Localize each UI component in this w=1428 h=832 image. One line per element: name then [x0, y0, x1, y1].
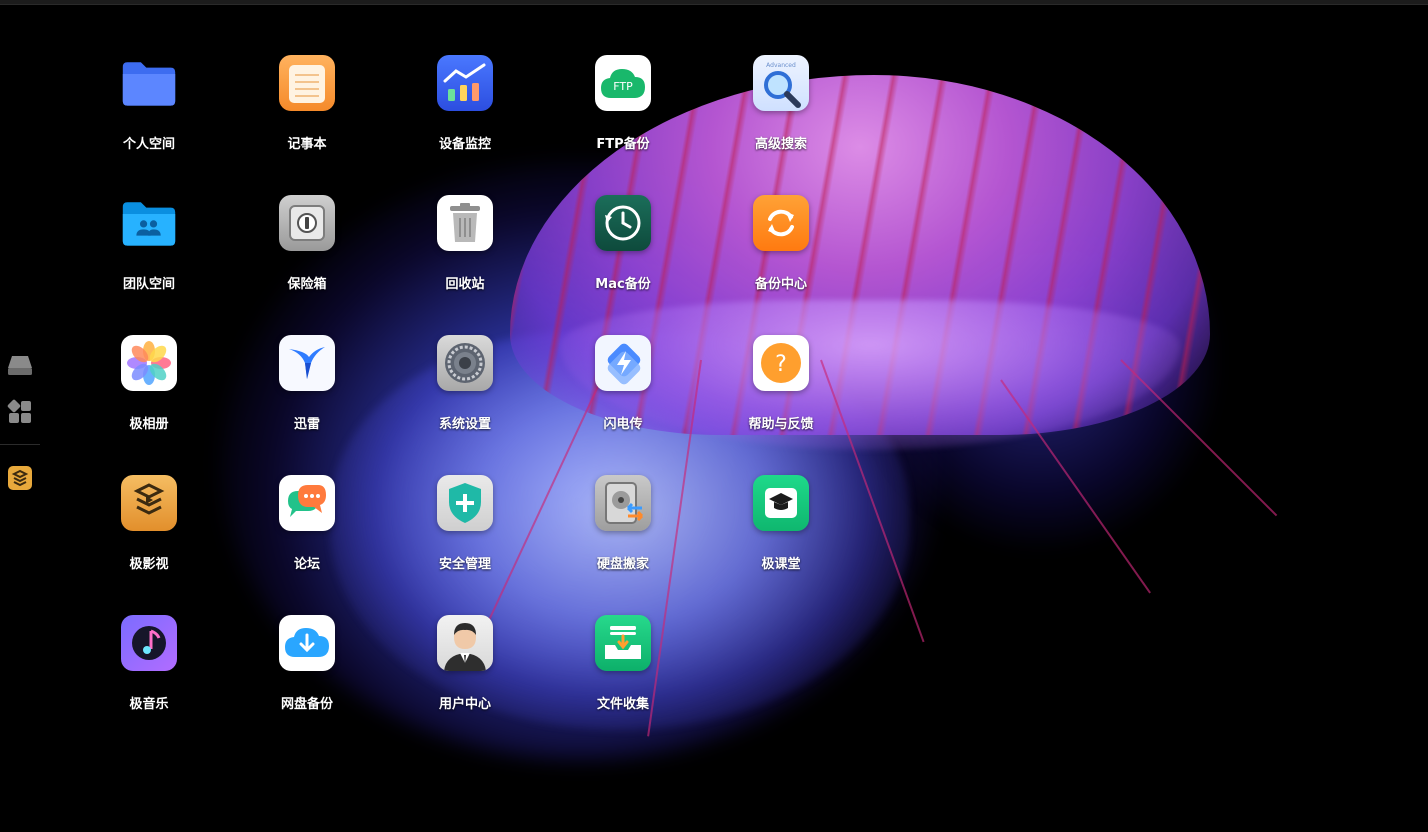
app-label: Mac备份 [595, 277, 651, 292]
music-icon [121, 615, 177, 671]
app-notepad[interactable]: 记事本 [252, 55, 362, 165]
drive-icon[interactable] [6, 352, 34, 380]
team-folder-icon [121, 195, 177, 251]
app-label: 硬盘搬家 [596, 557, 649, 572]
app-label: 记事本 [287, 137, 327, 152]
photos-icon [121, 335, 177, 391]
app-label: 系统设置 [438, 417, 491, 432]
help-icon: ? [753, 335, 809, 391]
top-bar [0, 0, 1428, 5]
jellyfish-wallpaper [0, 0, 1428, 832]
sidebar-divider [0, 444, 40, 445]
app-label: 文件收集 [596, 697, 649, 712]
app-music[interactable]: 极音乐 [94, 615, 204, 725]
thunder-bird-icon [279, 335, 335, 391]
app-backup-center[interactable]: 备份中心 [726, 195, 836, 305]
app-label: 帮助与反馈 [748, 417, 814, 432]
trash-icon [437, 195, 493, 251]
jiyingshi-icon[interactable] [6, 464, 34, 492]
app-file-collect[interactable]: 文件收集 [568, 615, 678, 725]
app-label: 网盘备份 [280, 697, 333, 712]
app-label: 保险箱 [287, 277, 327, 292]
app-device-monitor[interactable]: 设备监控 [410, 55, 520, 165]
app-help-feedback[interactable]: ? 帮助与反馈 [726, 335, 836, 445]
app-team-space[interactable]: 团队空间 [94, 195, 204, 305]
app-security[interactable]: 安全管理 [410, 475, 520, 585]
app-label: 闪电传 [603, 417, 643, 432]
folder-icon [121, 55, 177, 111]
app-label: 个人空间 [122, 137, 175, 152]
chart-icon [437, 55, 493, 111]
app-label: 极影视 [129, 557, 169, 572]
app-label: 用户中心 [438, 697, 491, 712]
app-label: FTP备份 [596, 137, 650, 152]
app-grid-icon[interactable] [6, 398, 34, 426]
cloud-download-icon [279, 615, 335, 671]
file-collect-icon [595, 615, 651, 671]
app-label: 极音乐 [129, 697, 169, 712]
notepad-icon [279, 55, 335, 111]
app-label: 安全管理 [438, 557, 491, 572]
app-label: 迅雷 [293, 417, 320, 432]
sync-icon [753, 195, 809, 251]
app-system-settings[interactable]: 系统设置 [410, 335, 520, 445]
cloud-ftp-icon: FTP [595, 55, 651, 111]
disk-migrate-icon [595, 475, 651, 531]
video-icon [121, 475, 177, 531]
help-badge: ? [775, 352, 787, 377]
forum-icon [279, 475, 335, 531]
app-video[interactable]: 极影视 [94, 475, 204, 585]
desktop: 个人空间 记事本 设备监控 FTP FTP备份 Advanced 高级搜索 团队… [0, 0, 1428, 832]
app-mac-backup[interactable]: Mac备份 [568, 195, 678, 305]
time-machine-icon [595, 195, 651, 251]
app-advanced-search[interactable]: Advanced 高级搜索 [726, 55, 836, 165]
app-photos[interactable]: 极相册 [94, 335, 204, 445]
sidebar [0, 340, 40, 500]
app-safe[interactable]: 保险箱 [252, 195, 362, 305]
app-label: 高级搜索 [754, 137, 807, 152]
app-user-center[interactable]: 用户中心 [410, 615, 520, 725]
user-avatar-icon [437, 615, 493, 671]
app-label: 备份中心 [754, 277, 807, 292]
settings-gear-icon [437, 335, 493, 391]
app-label: 回收站 [445, 277, 485, 292]
app-label: 极课堂 [761, 557, 801, 572]
advanced-badge: Advanced [766, 62, 796, 69]
app-classroom[interactable]: 极课堂 [726, 475, 836, 585]
ftp-badge: FTP [613, 80, 633, 93]
safe-icon [279, 195, 335, 251]
app-cloud-backup[interactable]: 网盘备份 [252, 615, 362, 725]
app-label: 极相册 [129, 417, 169, 432]
lightning-transfer-icon [595, 335, 651, 391]
shield-icon [437, 475, 493, 531]
app-disk-migrate[interactable]: 硬盘搬家 [568, 475, 678, 585]
app-lightning-transfer[interactable]: 闪电传 [568, 335, 678, 445]
app-label: 论坛 [293, 557, 320, 572]
graduation-icon [753, 475, 809, 531]
app-forum[interactable]: 论坛 [252, 475, 362, 585]
app-recycle-bin[interactable]: 回收站 [410, 195, 520, 305]
app-xunlei[interactable]: 迅雷 [252, 335, 362, 445]
app-ftp-backup[interactable]: FTP FTP备份 [568, 55, 678, 165]
magnifier-icon: Advanced [753, 55, 809, 111]
app-personal-space[interactable]: 个人空间 [94, 55, 204, 165]
app-label: 设备监控 [438, 137, 491, 152]
app-label: 团队空间 [122, 277, 175, 292]
